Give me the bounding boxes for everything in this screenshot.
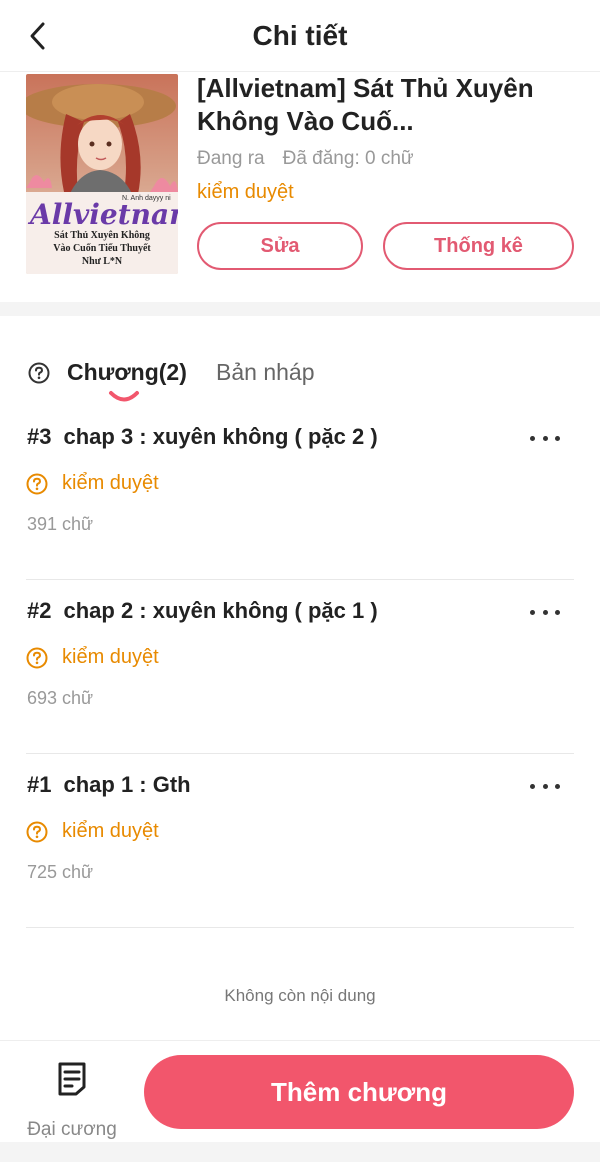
cover-subtitle-3: Như L*N (82, 256, 123, 267)
chapter-number: #3 (27, 424, 52, 449)
more-options-icon[interactable] (530, 776, 560, 796)
cover-subtitle-2: Vào Cuốn Tiểu Thuyết (53, 243, 151, 254)
chapter-status-label: kiểm duyệt (62, 820, 159, 842)
chapter-list-panel: Chương(2) Bản nháp #3 chap 3 : xuyên khôn… (0, 316, 600, 1040)
chapter-word-count: 391 chữ (27, 514, 94, 534)
chapter-status: kiểm duyệt (26, 820, 159, 843)
outline-label: Đại cương (27, 1119, 117, 1140)
book-title: [Allvietnam] Sát Thủ Xuyên Không Vào Cuố… (197, 73, 534, 136)
question-circle-icon (26, 821, 48, 842)
chapter-status-label: kiểm duyệt (62, 646, 159, 668)
chapter-status-label: kiểm duyệt (62, 472, 159, 494)
chapter-number: #1 (27, 772, 52, 797)
document-icon (58, 1062, 86, 1096)
chapter-name: chap 2 : xuyên không ( pặc 1 ) (63, 598, 378, 623)
chapter-status: kiểm duyệt (26, 472, 159, 495)
chapter-title: #2 chap 2 : xuyên không ( pặc 1 ) (27, 598, 378, 624)
book-meta: Đang ra Đã đăng: 0 chữ (197, 148, 414, 170)
cover-credit: N. Anh dayyy ni (122, 195, 171, 202)
chapter-word-count: 725 chữ (27, 862, 94, 882)
tab-chapters[interactable]: Chương(2) (67, 359, 187, 386)
tab-drafts[interactable]: Bản nháp (216, 359, 314, 386)
question-circle-icon (26, 473, 48, 494)
bottom-action-bar: Đại cương Thêm chương (0, 1040, 600, 1142)
add-chapter-button[interactable]: Thêm chương (144, 1055, 574, 1129)
publish-status: Đang ra (197, 148, 265, 169)
cover-subtitle-1: Sát Thủ Xuyên Không (54, 230, 150, 241)
tab-active-indicator (109, 391, 139, 402)
page-title: Chi tiết (252, 20, 348, 51)
word-count: Đã đăng: 0 chữ (282, 148, 414, 169)
book-cover-image[interactable]: Allvietnam N. Anh dayyy ni Sát Thủ Xuyên… (26, 74, 178, 274)
chapter-name: chap 1 : Gth (63, 772, 191, 797)
top-app-bar: Chi tiết (0, 0, 600, 72)
chapter-status: kiểm duyệt (26, 646, 159, 669)
tab-bar: Chương(2) Bản nháp (26, 352, 586, 412)
question-circle-icon[interactable] (28, 362, 50, 384)
more-options-icon[interactable] (530, 602, 560, 622)
chapter-title: #1 chap 1 : Gth (27, 772, 191, 798)
edit-button[interactable]: Sửa (197, 222, 363, 270)
book-card: Allvietnam N. Anh dayyy ni Sát Thủ Xuyên… (0, 72, 600, 302)
chapter-number: #2 (27, 598, 52, 623)
review-status: kiểm duyệt (197, 181, 294, 203)
question-circle-icon (26, 647, 48, 668)
end-of-list-note: Không còn nội dung (224, 986, 376, 1005)
more-options-icon[interactable] (530, 428, 560, 448)
chapter-title: #3 chap 3 : xuyên không ( pặc 2 ) (27, 424, 378, 450)
chapter-row[interactable]: #1 chap 1 : Gth kiểm duyệt 725 chữ (26, 754, 574, 928)
chapter-row[interactable]: #2 chap 2 : xuyên không ( pặc 1 ) kiểm du… (26, 580, 574, 754)
chapter-name: chap 3 : xuyên không ( pặc 2 ) (63, 424, 378, 449)
chapter-row[interactable]: #3 chap 3 : xuyên không ( pặc 2 ) kiểm du… (26, 406, 574, 580)
outline-button[interactable]: Đại cương (14, 1057, 130, 1140)
chapter-word-count: 693 chữ (27, 688, 94, 708)
cover-logo-text: Allvietnam (27, 198, 178, 231)
statistics-button[interactable]: Thống kê (383, 222, 574, 270)
